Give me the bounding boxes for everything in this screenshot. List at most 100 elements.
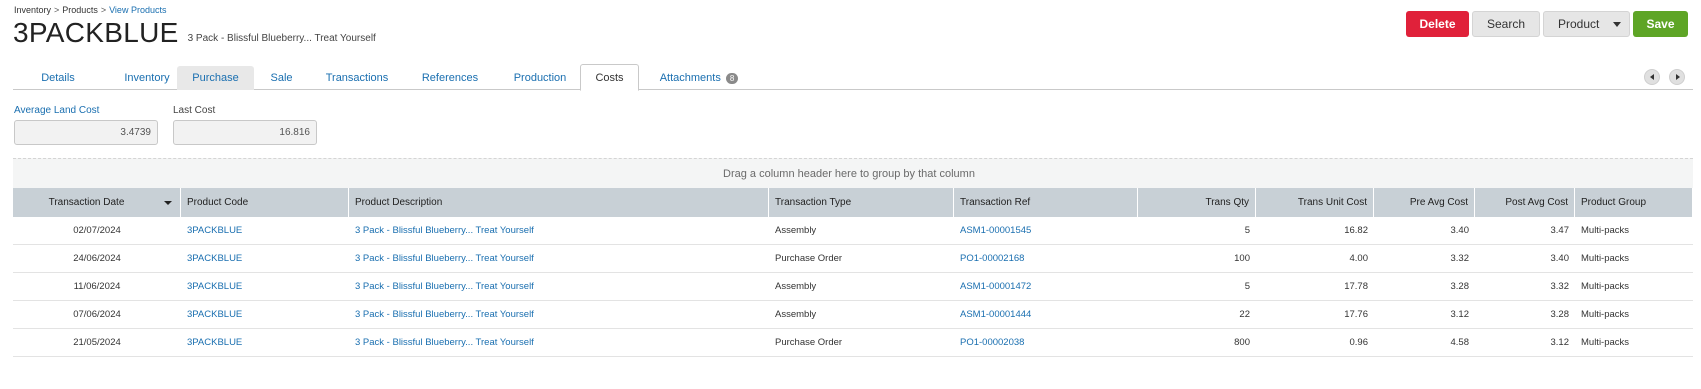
tab-purchase[interactable]: Purchase xyxy=(177,66,254,90)
grid-header-row: Transaction Date Product Code Product De… xyxy=(13,188,1693,217)
cell-trans-qty: 22 xyxy=(1239,309,1250,320)
table-row[interactable]: 11/06/2024 3PACKBLUE 3 Pack - Blissful Blu… xyxy=(13,273,1693,301)
table-row[interactable]: 24/06/2024 3PACKBLUE 3 Pack - Blissful Blu… xyxy=(13,245,1693,273)
last-cost-label: Last Cost xyxy=(173,105,216,116)
cell-transaction-type: Assembly xyxy=(775,225,817,236)
cell-product-description[interactable]: 3 Pack - Blissful Blueberry... Treat You… xyxy=(349,245,769,272)
column-header-pre-avg-cost[interactable]: Pre Avg Cost xyxy=(1374,188,1475,217)
cell-product-code[interactable]: 3PACKBLUE xyxy=(181,273,349,300)
product-menu-label: Product xyxy=(1558,17,1600,31)
cell-product-description[interactable]: 3 Pack - Blissful Blueberry... Treat You… xyxy=(349,273,769,300)
tab-references[interactable]: References xyxy=(405,66,495,90)
breadcrumb-separator: > xyxy=(54,5,60,15)
table-row[interactable]: 21/05/2024 3PACKBLUE 3 Pack - Blissful Blu… xyxy=(13,329,1693,357)
tab-production[interactable]: Production xyxy=(495,66,585,90)
cell-trans-unit-cost: 17.78 xyxy=(1344,281,1368,292)
cell-pre-avg-cost: 3.28 xyxy=(1450,281,1470,292)
tab-transactions[interactable]: Transactions xyxy=(309,66,405,90)
costs-grid: Drag a column header here to group by th… xyxy=(13,158,1693,357)
cell-transaction-ref[interactable]: ASM1-00001545 xyxy=(954,217,1138,244)
cell-product-group: Multi-packs xyxy=(1581,253,1630,264)
tab-attachments[interactable]: Attachments 8 xyxy=(649,66,749,90)
tab-sale[interactable]: Sale xyxy=(254,66,309,90)
chevron-left-icon[interactable] xyxy=(1644,69,1660,85)
cell-product-description[interactable]: 3 Pack - Blissful Blueberry... Treat You… xyxy=(349,217,769,244)
action-toolbar: Delete Search Product Save xyxy=(1406,11,1688,37)
average-land-cost-label: Average Land Cost xyxy=(14,105,100,116)
tab-attachments-label: Attachments xyxy=(659,72,721,84)
cell-product-group: Multi-packs xyxy=(1581,337,1630,348)
search-button[interactable]: Search xyxy=(1472,11,1540,37)
breadcrumb-products[interactable]: Products xyxy=(62,5,98,15)
product-menu-button[interactable]: Product xyxy=(1543,11,1630,37)
group-by-panel[interactable]: Drag a column header here to group by th… xyxy=(13,158,1693,188)
cell-pre-avg-cost: 3.40 xyxy=(1450,225,1470,236)
cell-transaction-type: Assembly xyxy=(775,281,817,292)
cell-trans-qty: 100 xyxy=(1234,253,1250,264)
cell-product-group: Multi-packs xyxy=(1581,309,1630,320)
cell-transaction-ref[interactable]: PO1-00002168 xyxy=(954,245,1138,272)
cell-pre-avg-cost: 3.32 xyxy=(1450,253,1470,264)
column-header-trans-qty[interactable]: Trans Qty xyxy=(1138,188,1256,217)
product-name-subtitle: 3 Pack - Blissful Blueberry... Treat You… xyxy=(187,33,376,44)
cell-transaction-type: Assembly xyxy=(775,309,817,320)
cell-transaction-ref[interactable]: ASM1-00001472 xyxy=(954,273,1138,300)
last-cost-value: 16.816 xyxy=(173,120,317,145)
column-header-transaction-ref[interactable]: Transaction Ref xyxy=(954,188,1138,217)
chevron-right-icon[interactable] xyxy=(1669,69,1685,85)
cell-pre-avg-cost: 4.58 xyxy=(1450,337,1470,348)
caret-down-icon xyxy=(1613,22,1621,27)
column-header-product-group[interactable]: Product Group xyxy=(1575,188,1693,217)
average-land-cost-value: 3.4739 xyxy=(14,120,158,145)
column-header-transaction-date[interactable]: Transaction Date xyxy=(13,188,181,217)
attachments-count-badge: 8 xyxy=(725,72,739,84)
column-header-label: Transaction Date xyxy=(48,197,125,208)
cell-transaction-date: 02/07/2024 xyxy=(73,225,121,236)
delete-button[interactable]: Delete xyxy=(1406,11,1469,37)
column-header-product-code[interactable]: Product Code xyxy=(181,188,349,217)
cell-product-code[interactable]: 3PACKBLUE xyxy=(181,245,349,272)
page-title: 3PACKBLUE 3 Pack - Blissful Blueberry...… xyxy=(13,18,376,48)
cell-transaction-type: Purchase Order xyxy=(775,253,843,264)
cell-product-group: Multi-packs xyxy=(1581,281,1630,292)
cell-post-avg-cost: 3.40 xyxy=(1550,253,1570,264)
tab-costs[interactable]: Costs xyxy=(580,64,639,91)
cell-transaction-date: 07/06/2024 xyxy=(73,309,121,320)
column-header-trans-unit-cost[interactable]: Trans Unit Cost xyxy=(1256,188,1374,217)
cell-trans-qty: 800 xyxy=(1234,337,1250,348)
cell-post-avg-cost: 3.28 xyxy=(1550,309,1570,320)
cell-post-avg-cost: 3.47 xyxy=(1550,225,1570,236)
breadcrumb: Inventory > Products > View Products xyxy=(14,5,166,15)
cell-product-code[interactable]: 3PACKBLUE xyxy=(181,301,349,328)
table-row[interactable]: 07/06/2024 3PACKBLUE 3 Pack - Blissful Blu… xyxy=(13,301,1693,329)
cell-trans-unit-cost: 16.82 xyxy=(1344,225,1368,236)
column-header-transaction-type[interactable]: Transaction Type xyxy=(769,188,954,217)
cell-product-description[interactable]: 3 Pack - Blissful Blueberry... Treat You… xyxy=(349,301,769,328)
grid-body: 02/07/2024 3PACKBLUE 3 Pack - Blissful Blu… xyxy=(13,217,1693,357)
cell-post-avg-cost: 3.32 xyxy=(1550,281,1570,292)
cell-transaction-ref[interactable]: PO1-00002038 xyxy=(954,329,1138,356)
breadcrumb-separator: > xyxy=(100,5,107,15)
cell-transaction-ref[interactable]: ASM1-00001444 xyxy=(954,301,1138,328)
save-button[interactable]: Save xyxy=(1633,11,1688,37)
breadcrumb-view-products[interactable]: View Products xyxy=(109,5,166,15)
last-cost-field: Last Cost 16.816 xyxy=(173,105,317,145)
cell-trans-unit-cost: 4.00 xyxy=(1349,253,1369,264)
breadcrumb-inventory[interactable]: Inventory xyxy=(14,5,51,15)
tab-bar: Details Inventory Purchase Sale Transact… xyxy=(13,64,1693,91)
column-header-post-avg-cost[interactable]: Post Avg Cost xyxy=(1475,188,1575,217)
column-header-product-description[interactable]: Product Description xyxy=(349,188,769,217)
cell-product-group: Multi-packs xyxy=(1581,225,1630,236)
cell-product-description[interactable]: 3 Pack - Blissful Blueberry... Treat You… xyxy=(349,329,769,356)
cell-transaction-date: 21/05/2024 xyxy=(73,337,121,348)
table-row[interactable]: 02/07/2024 3PACKBLUE 3 Pack - Blissful Blu… xyxy=(13,217,1693,245)
tab-details[interactable]: Details xyxy=(13,66,103,90)
cell-post-avg-cost: 3.12 xyxy=(1550,337,1570,348)
average-land-cost-field: Average Land Cost 3.4739 xyxy=(14,105,158,145)
cell-trans-unit-cost: 0.96 xyxy=(1349,337,1369,348)
cell-product-code[interactable]: 3PACKBLUE xyxy=(181,217,349,244)
sort-desc-icon[interactable] xyxy=(164,201,172,205)
cell-trans-unit-cost: 17.76 xyxy=(1344,309,1368,320)
cell-product-code[interactable]: 3PACKBLUE xyxy=(181,329,349,356)
cell-trans-qty: 5 xyxy=(1244,225,1250,236)
